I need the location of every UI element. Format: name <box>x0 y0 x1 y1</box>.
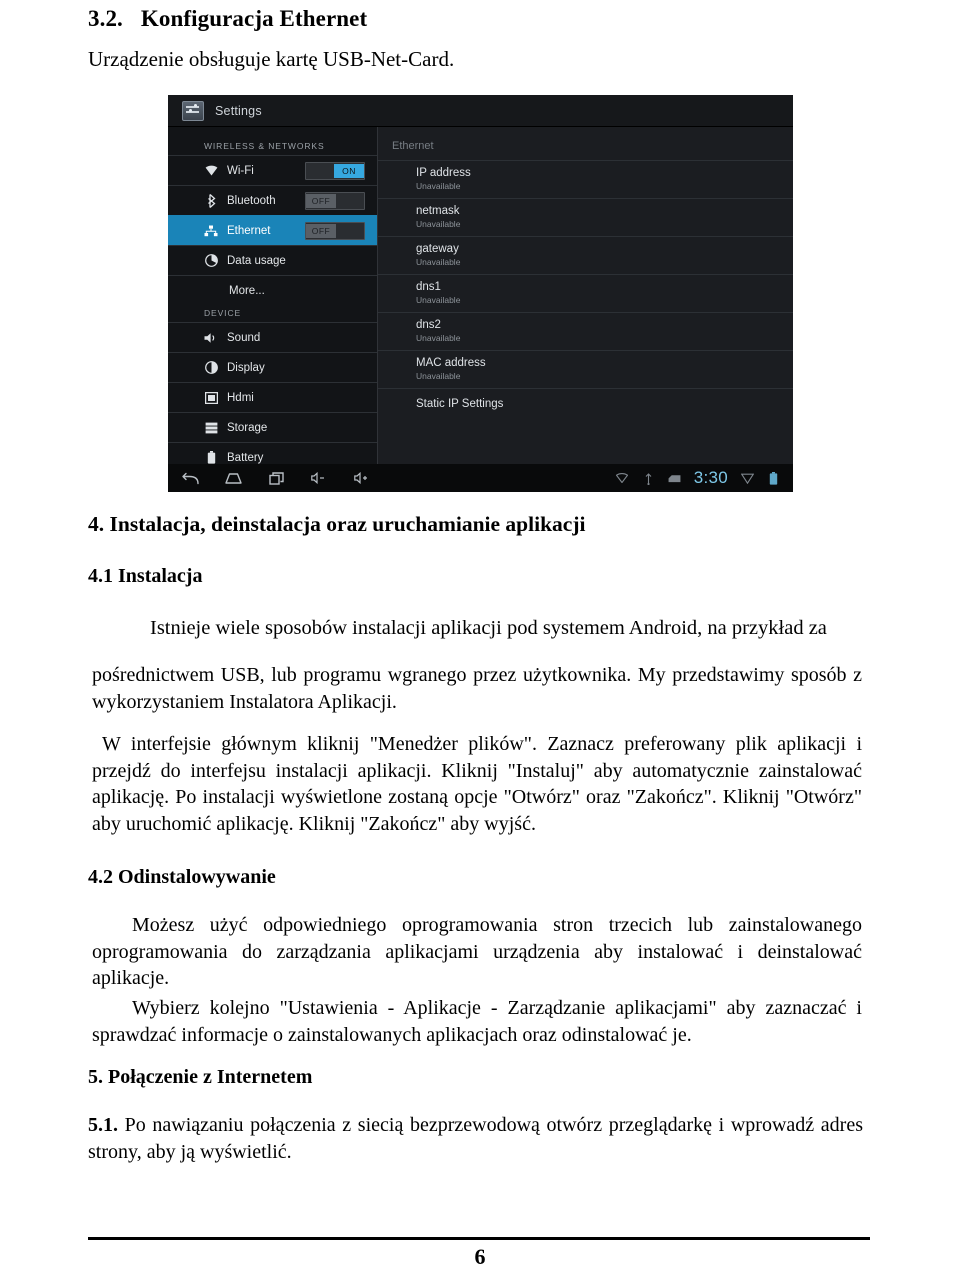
paragraph-5-1: 5.1. Po nawiązaniu połączenia z siecią b… <box>88 1112 863 1165</box>
sidebar-group-device: DEVICE <box>204 308 242 318</box>
ethernet-toggle-label: OFF <box>306 223 336 238</box>
detail-pane-title: Ethernet <box>392 140 434 152</box>
settings-app-icon <box>182 100 204 121</box>
bluetooth-icon <box>204 193 218 208</box>
detail-value: Unavailable <box>416 219 461 229</box>
storage-icon <box>204 421 218 435</box>
wifi-status-icon <box>616 472 629 485</box>
footer-divider <box>88 1237 870 1240</box>
sdcard-icon <box>668 472 681 485</box>
sidebar-item-hdmi-label: Hdmi <box>227 391 254 404</box>
back-icon[interactable] <box>182 471 199 486</box>
detail-key: dns1 <box>416 281 441 293</box>
detail-key: netmask <box>416 205 460 217</box>
paragraph-5-1-number: 5.1. <box>88 1114 118 1136</box>
sidebar-item-ethernet[interactable]: Ethernet OFF <box>168 215 377 245</box>
static-ip-settings-label: Static IP Settings <box>416 398 504 410</box>
android-navbar: 3:30 <box>168 464 793 492</box>
ethernet-detail-pane: Ethernet IP address Unavailable netmask … <box>378 127 793 464</box>
sidebar-item-display-label: Display <box>227 361 265 374</box>
usb-icon <box>642 472 655 485</box>
sidebar-item-sound-label: Sound <box>227 331 261 344</box>
sidebar-item-wifi-label: Wi-Fi <box>227 164 254 177</box>
sidebar-item-storage[interactable]: Storage <box>168 412 377 442</box>
bluetooth-toggle[interactable]: OFF <box>305 191 365 210</box>
heading-4-1: 4.1 Instalacja <box>88 565 203 587</box>
paragraph-5-1-text: Po nawiązaniu połączenia z siecią bezprz… <box>88 1114 863 1163</box>
heading-5: 5. Połączenie z Internetem <box>88 1066 313 1088</box>
sidebar-item-wifi[interactable]: Wi-Fi ON <box>168 155 377 185</box>
detail-key: gateway <box>416 243 459 255</box>
hdmi-icon <box>204 391 218 405</box>
paragraph-4-1-a: Istnieje wiele sposobów instalacji aplik… <box>150 617 827 639</box>
sidebar-item-data-usage[interactable]: Data usage <box>168 245 377 275</box>
screenshot-body: WIRELESS & NETWORKS Wi-Fi ON Bluetooth O… <box>168 127 793 492</box>
display-icon <box>204 361 218 375</box>
ethernet-icon <box>204 224 218 238</box>
detail-row-netmask[interactable]: netmask Unavailable <box>378 198 793 236</box>
sidebar-item-storage-label: Storage <box>227 421 268 434</box>
detail-row-dns2[interactable]: dns2 Unavailable <box>378 312 793 350</box>
navbar-left-group <box>168 471 371 486</box>
recents-icon[interactable] <box>268 471 285 486</box>
page-number: 6 <box>474 1244 486 1269</box>
detail-value: Unavailable <box>416 295 461 305</box>
wifi-toggle[interactable]: ON <box>305 161 365 180</box>
sidebar-item-battery-label: Battery <box>227 451 264 464</box>
sound-icon <box>204 331 218 345</box>
sidebar-item-data-usage-label: Data usage <box>227 254 286 267</box>
volume-down-icon[interactable] <box>311 471 328 486</box>
settings-sidebar: WIRELESS & NETWORKS Wi-Fi ON Bluetooth O… <box>168 127 378 492</box>
sidebar-group-wireless: WIRELESS & NETWORKS <box>204 141 325 151</box>
detail-key: IP address <box>416 167 471 179</box>
document-page: 3.2. Konfiguracja Ethernet Urządzenie obs… <box>0 0 960 1275</box>
detail-row-gateway[interactable]: gateway Unavailable <box>378 236 793 274</box>
detail-value: Unavailable <box>416 257 461 267</box>
wifi-toggle-label: ON <box>334 163 364 178</box>
detail-value: Unavailable <box>416 371 461 381</box>
paragraph-4-1-b: pośrednictwem USB, lub programu wgranego… <box>92 664 862 713</box>
sidebar-item-display[interactable]: Display <box>168 352 377 382</box>
static-ip-settings-row[interactable]: Static IP Settings <box>378 388 793 420</box>
sidebar-item-ethernet-label: Ethernet <box>227 224 271 237</box>
sidebar-item-bluetooth[interactable]: Bluetooth OFF <box>168 185 377 215</box>
detail-row-ip-address[interactable]: IP address Unavailable <box>378 160 793 198</box>
paragraph-4-2-b: Wybierz kolejno "Ustawienia - Aplikacje … <box>92 997 862 1046</box>
detail-row-dns1[interactable]: dns1 Unavailable <box>378 274 793 312</box>
app-title: Settings <box>215 103 262 118</box>
detail-key: dns2 <box>416 319 441 331</box>
android-settings-screenshot: Settings WIRELESS & NETWORKS Wi-Fi ON Bl… <box>168 95 793 492</box>
detail-row-mac-address[interactable]: MAC address Unavailable <box>378 350 793 388</box>
battery-status-icon <box>767 471 780 485</box>
sidebar-item-sound[interactable]: Sound <box>168 322 377 352</box>
detail-value: Unavailable <box>416 181 461 191</box>
battery-icon <box>204 451 218 465</box>
heading-4-2: 4.2 Odinstalowywanie <box>88 866 276 888</box>
heading-3-2-title: Konfiguracja Ethernet <box>140 6 368 31</box>
ethernet-toggle[interactable]: OFF <box>305 221 365 240</box>
bluetooth-toggle-label: OFF <box>306 193 336 208</box>
paragraph-4-2-a: Możesz użyć odpowiedniego oprogramowania… <box>92 914 862 990</box>
paragraph-4-1-c: W interfejsie głównym kliknij "Menedżer … <box>92 733 862 835</box>
home-icon[interactable] <box>225 471 242 486</box>
sidebar-item-more[interactable]: More... <box>168 275 377 305</box>
screenshot-canvas: Settings WIRELESS & NETWORKS Wi-Fi ON Bl… <box>168 95 793 492</box>
screenshot-titlebar: Settings <box>168 95 793 127</box>
heading-4: 4. Instalacja, deinstalacja oraz urucham… <box>88 512 586 536</box>
data-usage-icon <box>204 254 218 268</box>
heading-3-2-number: 3.2. <box>88 6 123 31</box>
status-clock: 3:30 <box>693 468 728 487</box>
notification-icon <box>741 472 754 485</box>
intro-paragraph: Urządzenie obsługuje kartę USB-Net-Card. <box>88 47 455 71</box>
heading-3-2: 3.2. Konfiguracja Ethernet <box>88 6 367 32</box>
sidebar-item-more-label: More... <box>229 284 265 297</box>
detail-key: MAC address <box>416 357 486 369</box>
wifi-icon <box>204 164 218 178</box>
navbar-status-group: 3:30 <box>616 468 793 488</box>
sidebar-item-hdmi[interactable]: Hdmi <box>168 382 377 412</box>
volume-up-icon[interactable] <box>354 471 371 486</box>
detail-value: Unavailable <box>416 333 461 343</box>
sidebar-item-bluetooth-label: Bluetooth <box>227 194 276 207</box>
